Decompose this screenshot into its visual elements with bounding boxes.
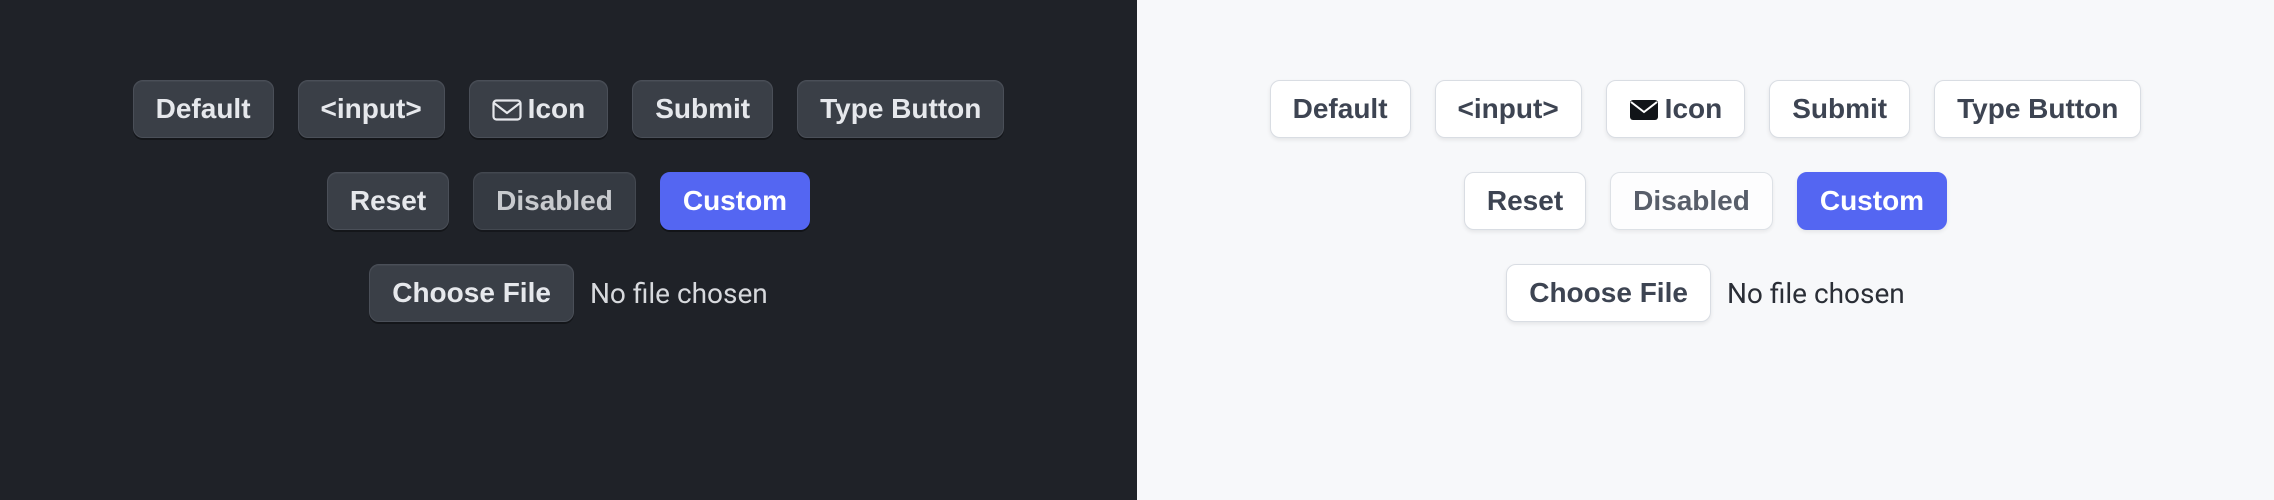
choose-file-button-label: Choose File (392, 279, 551, 307)
type-button[interactable]: Type Button (1934, 80, 2141, 138)
choose-file-button-label: Choose File (1529, 279, 1688, 307)
disabled-button-label: Disabled (1633, 187, 1750, 215)
input-element-button-label: <input> (1458, 95, 1559, 123)
custom-button-label: Custom (1820, 187, 1924, 215)
submit-button-label: Submit (655, 95, 750, 123)
icon-button[interactable]: Icon (469, 80, 609, 138)
icon-button[interactable]: Icon (1606, 80, 1746, 138)
file-status-text: No file chosen (590, 277, 768, 310)
icon-button-label: Icon (1665, 95, 1723, 123)
mail-icon (492, 98, 522, 120)
submit-button-label: Submit (1792, 95, 1887, 123)
default-button-label: Default (156, 95, 251, 123)
file-input-row: Choose File No file chosen (1506, 264, 1905, 322)
type-button[interactable]: Type Button (797, 80, 1004, 138)
custom-button-label: Custom (683, 187, 787, 215)
icon-button-label: Icon (528, 95, 586, 123)
type-button-label: Type Button (1957, 95, 2118, 123)
button-row-2: Reset Disabled Custom (327, 172, 810, 230)
submit-button[interactable]: Submit (632, 80, 773, 138)
choose-file-button[interactable]: Choose File (1506, 264, 1711, 322)
default-button[interactable]: Default (133, 80, 274, 138)
dark-theme-panel: Default <input> Icon Submit Type Button … (0, 0, 1137, 500)
custom-button[interactable]: Custom (660, 172, 810, 230)
reset-button[interactable]: Reset (327, 172, 449, 230)
submit-button[interactable]: Submit (1769, 80, 1910, 138)
reset-button-label: Reset (1487, 187, 1563, 215)
reset-button[interactable]: Reset (1464, 172, 1586, 230)
file-status-text: No file chosen (1727, 277, 1905, 310)
mail-icon (1629, 98, 1659, 120)
default-button[interactable]: Default (1270, 80, 1411, 138)
input-element-button-label: <input> (321, 95, 422, 123)
file-input-row: Choose File No file chosen (369, 264, 768, 322)
choose-file-button[interactable]: Choose File (369, 264, 574, 322)
input-element-button[interactable]: <input> (298, 80, 445, 138)
button-row-1: Default <input> Icon Submit Type Button (133, 80, 1005, 138)
button-row-1: Default <input> Icon Submit Type Button (1270, 80, 2142, 138)
light-theme-panel: Default <input> Icon Submit Type Button … (1137, 0, 2274, 500)
disabled-button: Disabled (1610, 172, 1773, 230)
disabled-button-label: Disabled (496, 187, 613, 215)
disabled-button: Disabled (473, 172, 636, 230)
custom-button[interactable]: Custom (1797, 172, 1947, 230)
type-button-label: Type Button (820, 95, 981, 123)
button-row-2: Reset Disabled Custom (1464, 172, 1947, 230)
reset-button-label: Reset (350, 187, 426, 215)
input-element-button[interactable]: <input> (1435, 80, 1582, 138)
default-button-label: Default (1293, 95, 1388, 123)
